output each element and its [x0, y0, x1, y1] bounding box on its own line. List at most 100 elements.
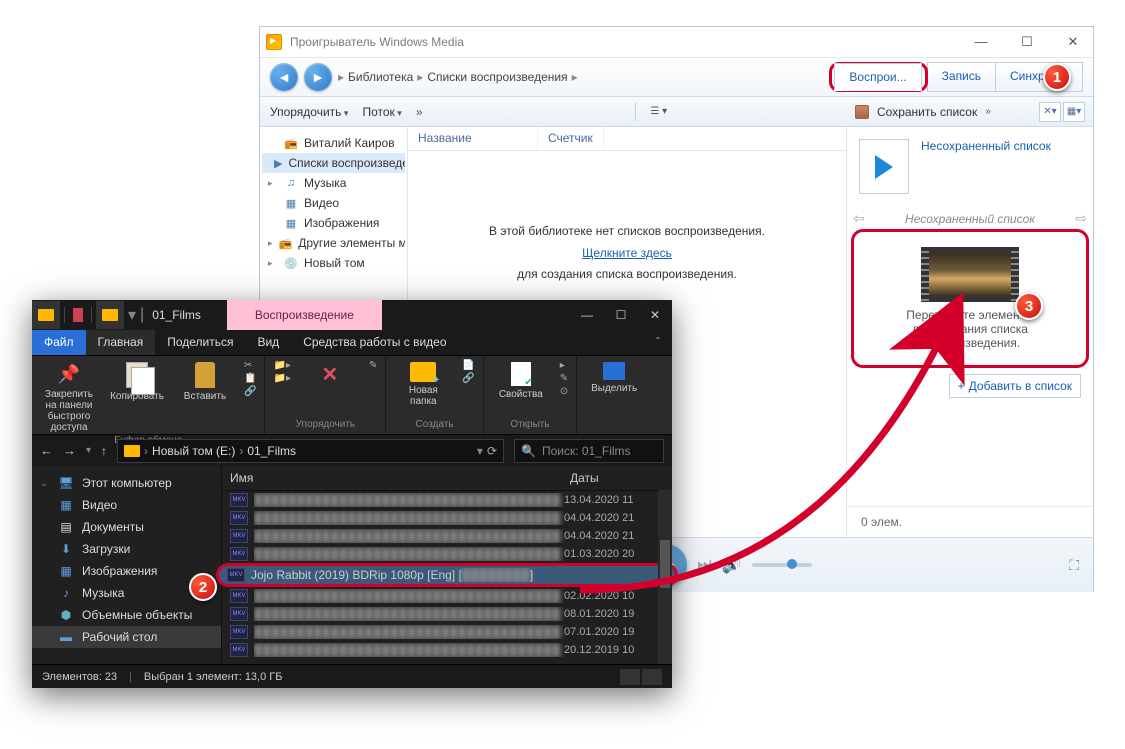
save-list-button[interactable]: Сохранить список: [877, 105, 977, 119]
scrollbar[interactable]: [658, 490, 672, 664]
move-buttons[interactable]: 📁▸📁▸: [273, 360, 290, 384]
options-button[interactable]: ▦▾: [1063, 102, 1085, 122]
minimize-button[interactable]: —: [570, 300, 604, 330]
crumb-playlists[interactable]: Списки воспроизведения: [427, 70, 567, 84]
mute-button[interactable]: 🔊: [722, 555, 742, 575]
next-button[interactable]: ⏭: [697, 556, 711, 574]
tab-view[interactable]: Вид: [245, 330, 291, 355]
maximize-button[interactable]: ☐: [1013, 34, 1041, 50]
minimize-button[interactable]: —: [967, 34, 995, 50]
view-mode[interactable]: ☰ ▾: [650, 106, 667, 117]
save-icon: [855, 105, 869, 119]
organize-dropdown[interactable]: Упорядочить: [270, 105, 348, 119]
file-row[interactable]: MKV████████████████████████████████████2…: [222, 641, 672, 659]
new-folder-button[interactable]: Новая папка: [394, 360, 452, 407]
sidebar-desktop[interactable]: ▬Рабочий стол: [32, 626, 221, 648]
properties-button[interactable]: Свойства: [492, 360, 550, 400]
paste-button[interactable]: Вставить: [176, 360, 234, 402]
clipboard-extras[interactable]: ✂📋🔗: [244, 360, 256, 397]
address-bar: ← → ▾ ↑ › Новый том (E:) › 01_Films ▾ ⟳ …: [32, 434, 672, 466]
toolbar-overflow[interactable]: »: [416, 105, 423, 119]
file-row[interactable]: MKV████████████████████████████████████0…: [222, 509, 672, 527]
prev-arrow[interactable]: ⇦: [853, 210, 865, 227]
volume-slider[interactable]: [752, 563, 812, 567]
sidebar-video[interactable]: ▦Видео: [32, 494, 221, 516]
sidebar-this-pc[interactable]: ⌄🖥Этот компьютер: [32, 472, 221, 494]
chevron-icon[interactable]: »: [985, 106, 991, 117]
scrollbar-thumb[interactable]: [660, 540, 670, 588]
sidebar-downloads[interactable]: ⬇Загрузки: [32, 538, 221, 560]
col-counter[interactable]: Счетчик: [538, 127, 604, 150]
badge-3: 3: [1015, 292, 1043, 320]
tab-burn[interactable]: Запись: [927, 62, 996, 92]
tree-item-music[interactable]: ▸♫Музыка: [262, 173, 405, 193]
file-row[interactable]: MKV████████████████████████████████████0…: [222, 587, 672, 605]
tree-item-images[interactable]: ▦Изображения: [262, 213, 405, 233]
rename-button[interactable]: ✎: [369, 360, 377, 371]
select-button[interactable]: Выделить: [585, 360, 643, 394]
close-button[interactable]: ✕: [638, 300, 672, 330]
file-row[interactable]: MKV████████████████████████████████████1…: [222, 491, 672, 509]
back-button[interactable]: ←: [40, 443, 53, 458]
pin-button[interactable]: 📌Закрепить на панели быстрого доступа: [40, 360, 98, 433]
explorer-search[interactable]: 🔍 Поиск: 01_Films: [514, 439, 664, 463]
tab-tools[interactable]: Средства работы с видео: [291, 330, 458, 355]
up-button[interactable]: ↑: [101, 444, 107, 458]
forward-button[interactable]: →: [63, 443, 76, 458]
file-row[interactable]: MKV████████████████████████████████████0…: [222, 605, 672, 623]
forward-button[interactable]: ►: [304, 63, 332, 91]
playlist-title[interactable]: Несохраненный список: [921, 139, 1051, 153]
tree-item-user[interactable]: 📻Виталий Каиров: [262, 133, 405, 153]
column-headers[interactable]: Название Счетчик: [408, 127, 846, 151]
path-input[interactable]: › Новый том (E:) › 01_Films ▾ ⟳: [117, 439, 504, 463]
create-playlist-link[interactable]: Щелкните здесь: [582, 246, 672, 260]
tab-home[interactable]: Главная: [86, 330, 156, 355]
col-date[interactable]: Даты: [562, 466, 672, 490]
fullscreen-button[interactable]: ⛶: [1069, 557, 1079, 574]
explorer-titlebar[interactable]: ▾| 01_Films Воспроизведение — ☐ ✕: [32, 300, 672, 330]
folder-icon-2: [96, 301, 124, 329]
list-headers[interactable]: Имя Даты: [222, 466, 672, 491]
maximize-button[interactable]: ☐: [604, 300, 638, 330]
add-to-list-button[interactable]: + Добавить в список: [949, 374, 1081, 398]
tree-item-video[interactable]: ▦Видео: [262, 193, 405, 213]
tree-item-playlists[interactable]: ▶Списки воспроизведе: [262, 153, 405, 173]
file-row[interactable]: MKV████████████████████████████████████0…: [222, 545, 672, 563]
tab-file[interactable]: Файл: [32, 330, 86, 355]
tree-item-other[interactable]: ▸📻Другие элементы м: [262, 233, 405, 253]
wmp-app-icon: [266, 34, 282, 50]
file-list[interactable]: Имя Даты MKV████████████████████████████…: [222, 466, 672, 664]
delete-button[interactable]: [301, 360, 359, 389]
back-button[interactable]: ◄: [270, 63, 298, 91]
breadcrumb[interactable]: ▸ Библиотека ▸ Списки воспроизведения ▸: [338, 70, 578, 84]
file-row-selected[interactable]: MKVJojo Rabbit (2019) BDRip 1080p [Eng] …: [216, 563, 678, 587]
tree-item-drive[interactable]: ▸💿Новый том: [262, 253, 405, 273]
sidebar-documents[interactable]: ▤Документы: [32, 516, 221, 538]
col-name[interactable]: Название: [408, 127, 538, 150]
path-folder[interactable]: 01_Films: [247, 444, 296, 458]
view-switcher[interactable]: [620, 669, 662, 685]
next-arrow[interactable]: ⇨: [1075, 210, 1087, 227]
tab-play[interactable]: Воспрои...: [834, 63, 921, 91]
sidebar-3d[interactable]: ⬢Объемные объекты: [32, 604, 221, 626]
open-buttons[interactable]: ▸✎⊙: [560, 360, 568, 397]
close-button[interactable]: ✕: [1059, 34, 1087, 50]
ribbon-collapse[interactable]: ˆ: [644, 330, 672, 355]
crumb-library[interactable]: Библиотека: [348, 70, 413, 84]
drop-text-2: для создания списка: [867, 322, 1073, 336]
clear-button[interactable]: ✕▾: [1039, 102, 1061, 122]
contextual-tab[interactable]: Воспроизведение: [227, 300, 382, 330]
stream-dropdown[interactable]: Поток: [362, 105, 401, 119]
refresh-button[interactable]: ⟳: [487, 444, 497, 458]
add-label: Добавить в список: [969, 379, 1072, 393]
col-name[interactable]: Имя: [222, 466, 562, 490]
copy-button[interactable]: Копировать: [108, 360, 166, 402]
wmp-titlebar[interactable]: Проигрыватель Windows Media — ☐ ✕: [260, 27, 1093, 57]
file-row[interactable]: MKV████████████████████████████████████0…: [222, 527, 672, 545]
drop-zone[interactable]: Перетащите элементы для создания списка …: [859, 237, 1081, 360]
new-item-buttons[interactable]: 📄🔗: [462, 360, 474, 384]
path-drive[interactable]: Новый том (E:): [152, 444, 235, 458]
tab-share[interactable]: Поделиться: [155, 330, 245, 355]
file-row[interactable]: MKV████████████████████████████████████0…: [222, 623, 672, 641]
explorer-sidebar[interactable]: ⌄🖥Этот компьютер ▦Видео ▤Документы ⬇Загр…: [32, 466, 222, 664]
